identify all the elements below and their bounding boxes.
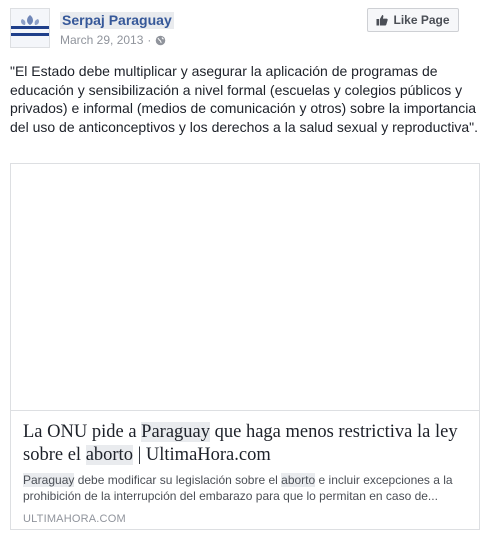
link-preview-card[interactable]: La ONU pide a Paraguay que haga menos re… [10, 163, 480, 530]
post-date[interactable]: March 29, 2013 [60, 32, 143, 48]
meta-separator: · [147, 33, 152, 47]
link-preview-domain: ULTIMAHORA.COM [23, 513, 126, 525]
link-preview-description: Paraguay debe modificar su legislación s… [23, 472, 467, 504]
link-preview-title[interactable]: La ONU pide a Paraguay que haga menos re… [23, 421, 467, 467]
title-highlight-paraguay: Paraguay [141, 422, 210, 442]
desc-text: debe modificar su legislación sobre el [74, 473, 282, 487]
title-text: | UltimaHora.com [132, 445, 271, 465]
like-page-label: Like Page [393, 13, 450, 27]
globe-icon[interactable] [155, 35, 166, 46]
serpaj-logo-icon [11, 9, 49, 47]
title-text: La ONU pide a [23, 422, 142, 442]
link-preview-image[interactable] [11, 164, 479, 409]
post-meta: March 29, 2013 · [60, 32, 166, 48]
desc-highlight-paraguay: Paraguay [23, 473, 75, 487]
desc-highlight-aborto: aborto [281, 473, 316, 487]
page-avatar[interactable] [10, 8, 50, 48]
link-preview-body[interactable]: La ONU pide a Paraguay que haga menos re… [11, 410, 479, 529]
title-highlight-aborto: aborto [85, 445, 133, 465]
like-page-button[interactable]: Like Page [367, 8, 459, 32]
page-name-link[interactable]: Serpaj Paraguay [60, 12, 174, 29]
thumbs-up-icon [376, 15, 389, 26]
post-message: "El Estado debe multiplicar y asegurar l… [10, 63, 479, 135]
